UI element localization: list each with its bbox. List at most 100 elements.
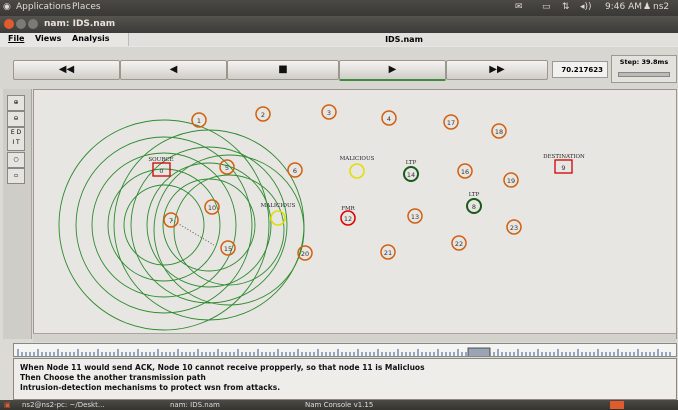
menu-views[interactable]: Views — [35, 34, 61, 43]
volume-icon[interactable]: ◂)) — [580, 2, 592, 12]
ltp-node[interactable]: 8 — [466, 198, 482, 214]
menu-analysis[interactable]: Analysis — [72, 34, 110, 43]
network-animation: 1 2 3 4 17 18 SOURCE 0 5 6 MALICIOUS LTP… — [58, 104, 585, 331]
node-label: 17 — [447, 119, 455, 127]
window-title: nam: IDS.nam — [44, 19, 116, 29]
clock[interactable]: 9:46 AM — [605, 2, 642, 12]
node-label: 14 — [407, 171, 415, 179]
step-slider-track[interactable] — [618, 72, 670, 77]
node[interactable]: 19 — [503, 172, 519, 188]
node-label: 1 — [197, 117, 201, 125]
fast-forward-button[interactable]: ▶▶ — [446, 60, 548, 80]
ltp-label: LTP — [406, 160, 417, 166]
user-name[interactable]: ns2 — [653, 2, 669, 12]
fmr-node[interactable]: 12 — [340, 210, 356, 226]
timeline-slider[interactable] — [13, 343, 677, 357]
node[interactable]: 13 — [407, 208, 423, 224]
node-label: 20 — [301, 250, 309, 258]
annotation-panel: When Node 11 would send ACK, Node 10 can… — [13, 358, 677, 400]
node-label: 18 — [495, 128, 503, 136]
node-label: 2 — [261, 111, 265, 119]
taskbar-nam[interactable]: nam: IDS.nam — [170, 401, 220, 409]
node-label: 19 — [507, 177, 515, 185]
circle-tool-icon[interactable]: ○ — [7, 152, 25, 168]
malicious-label: MALICIOUS — [340, 156, 375, 162]
taskbar-nam-console[interactable]: Nam Console v1.15 — [305, 401, 373, 409]
node[interactable]: 21 — [380, 244, 396, 260]
node[interactable]: 15 — [220, 240, 236, 256]
source-label: SOURCE — [148, 157, 173, 163]
node-label: 7 — [169, 217, 173, 225]
show-desktop-icon[interactable]: ▣ — [4, 401, 11, 409]
stop-button[interactable]: ■ — [227, 60, 339, 80]
ltp-label: LTP — [469, 192, 480, 198]
node[interactable]: 22 — [451, 235, 467, 251]
time-display: 70.217623 — [552, 61, 608, 78]
menu-bar: File Views Analysis IDS.nam — [0, 33, 678, 48]
canvas-horizontal-scrollbar[interactable] — [33, 333, 676, 342]
network-canvas[interactable]: 1 2 3 4 17 18 SOURCE 0 5 6 MALICIOUS LTP… — [33, 89, 677, 339]
node[interactable]: 7 — [163, 212, 179, 228]
node[interactable]: 18 — [491, 123, 507, 139]
node[interactable]: 3 — [321, 104, 337, 120]
network-icon[interactable]: ⇅ — [562, 2, 570, 12]
step-back-button[interactable]: ◀ — [120, 60, 227, 80]
node-label: 0 — [159, 167, 163, 175]
node-label: 6 — [293, 167, 297, 175]
node[interactable]: 2 — [255, 106, 271, 122]
note-line: Intrusion-detection mechanisms to protec… — [20, 383, 281, 392]
range-circle — [153, 154, 305, 306]
maximize-window-button[interactable] — [28, 19, 38, 29]
ubuntu-logo-icon[interactable]: ◉ — [3, 2, 11, 12]
places-menu[interactable]: Places — [72, 2, 101, 12]
node-label: 12 — [344, 215, 352, 223]
taskbar-terminal[interactable]: ns2@ns2-pc: ~/Deskt... — [22, 401, 105, 409]
node[interactable]: 20 — [297, 245, 313, 261]
range-circle — [58, 119, 270, 331]
node-label: 15 — [224, 245, 232, 253]
workspace-switcher[interactable] — [610, 401, 624, 409]
window-title-bar: nam: IDS.nam — [0, 16, 678, 33]
zoom-in-icon[interactable]: ⊕ — [7, 95, 25, 111]
applications-menu[interactable]: Applications — [16, 2, 71, 12]
node-label: 8 — [472, 203, 476, 211]
step-label: Step: 39.8ms — [619, 58, 669, 66]
node-label: 4 — [387, 115, 391, 123]
node-label: 13 — [411, 213, 419, 221]
malicious-node[interactable] — [349, 163, 365, 179]
destination-node[interactable]: 9 — [554, 159, 573, 174]
transmission-range-circles — [58, 119, 305, 331]
battery-icon[interactable]: ▭ — [542, 2, 551, 12]
playback-toolbar: ◀◀ ◀ ■ ▶ ▶▶ 70.217623 Step: 39.8ms — [0, 47, 678, 89]
close-window-button[interactable] — [4, 19, 14, 29]
range-circle — [173, 174, 285, 286]
node[interactable]: 16 — [457, 163, 473, 179]
node[interactable]: 17 — [443, 114, 459, 130]
rewind-button[interactable]: ◀◀ — [13, 60, 120, 80]
node-label: 9 — [561, 164, 565, 172]
timeline-ticks — [17, 347, 671, 356]
node[interactable]: 23 — [506, 219, 522, 235]
ltp-node[interactable]: 14 — [403, 166, 419, 182]
mail-icon[interactable]: ✉ — [515, 2, 523, 12]
node-label: 22 — [455, 240, 463, 248]
malicious-label: MALICIOUS — [261, 203, 296, 209]
edit-icon[interactable]: E DI T — [7, 127, 25, 151]
range-circle — [107, 168, 221, 282]
tool-palette: ⊕ ⊖ E DI T ○ ▫ — [3, 89, 32, 339]
node-label: 5 — [225, 164, 229, 172]
step-slider[interactable]: Step: 39.8ms — [611, 55, 677, 83]
menu-file[interactable]: File — [8, 34, 24, 43]
play-button[interactable]: ▶ — [339, 60, 446, 81]
node[interactable]: 4 — [381, 110, 397, 126]
destination-label: DESTINATION — [543, 154, 585, 160]
square-tool-icon[interactable]: ▫ — [7, 168, 25, 184]
minimize-window-button[interactable] — [16, 19, 26, 29]
user-icon[interactable]: ♟ — [643, 2, 651, 12]
document-title: IDS.nam — [128, 33, 678, 46]
node[interactable]: 6 — [287, 162, 303, 178]
note-line: Then Choose the another transmission pat… — [20, 373, 206, 382]
node[interactable]: 1 — [191, 112, 207, 128]
packet-trail — [171, 219, 215, 246]
zoom-out-icon[interactable]: ⊖ — [7, 111, 25, 127]
